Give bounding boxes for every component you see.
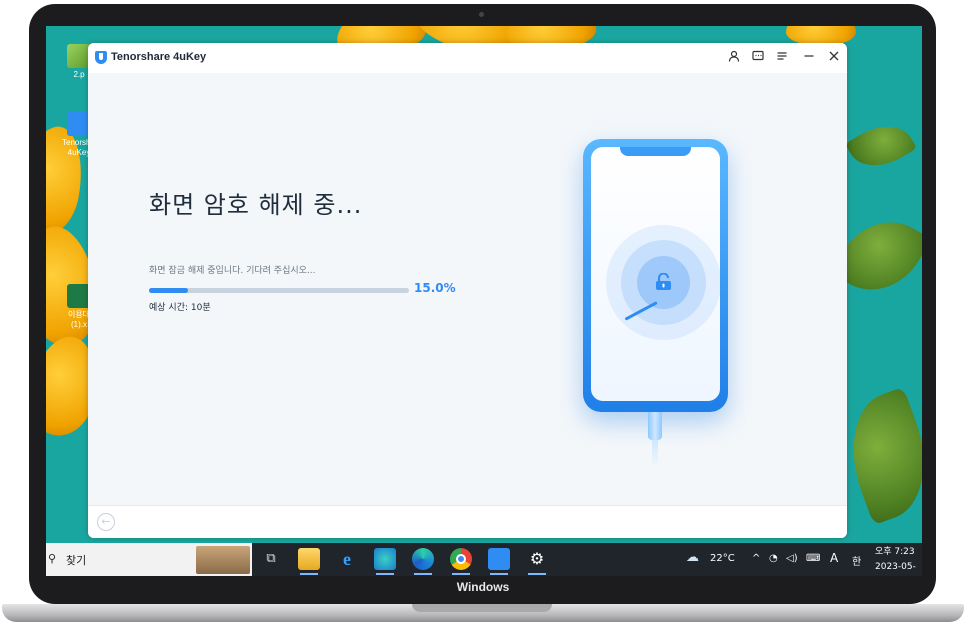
edge-icon[interactable]: [412, 548, 434, 575]
system-clock[interactable]: 오후 7:23 2023-05-02: [875, 545, 922, 576]
cloud-icon: ☁: [686, 550, 699, 565]
desktop-icon-label: 이용대 (1).x: [67, 310, 91, 329]
phone-illustration: [583, 139, 728, 412]
search-input[interactable]: 찾기: [66, 552, 86, 568]
settings-icon[interactable]: ⚙: [526, 548, 548, 575]
page-title: 화면 암호 해제 중...: [149, 191, 363, 219]
usb-cable-fade: [652, 440, 658, 468]
laptop-opening-notch: [412, 604, 552, 612]
file-explorer-icon[interactable]: [298, 548, 320, 575]
phone-screen: [591, 147, 721, 401]
laptop-label: Windows: [456, 580, 510, 594]
clock-date: 2023-05-02: [875, 562, 916, 572]
volume-icon[interactable]: ◁): [786, 553, 798, 564]
keyboard-icon[interactable]: ⌨: [806, 553, 820, 564]
back-button[interactable]: ←: [97, 513, 115, 531]
title-bar: Tenorshare 4uKey: [88, 43, 847, 73]
estimated-time: 예상 시간: 10분: [149, 303, 211, 313]
weather-temp[interactable]: 22°C: [710, 553, 735, 564]
unlock-icon: [656, 273, 671, 290]
desktop-icon-label: 2.p: [73, 70, 85, 79]
webcam: [479, 12, 484, 17]
taskbar: ⚲ 찾기 ⧉ e ⚙ ☁ 22°C ^ ◔ ◁) ⌨ A 한 오후 7:23 2…: [46, 543, 922, 576]
wallpaper-leaf: [845, 113, 917, 179]
taskbar-search[interactable]: ⚲ 찾기: [46, 543, 252, 576]
clock-time: 오후 7:23: [875, 547, 915, 557]
desktop-screen: 2.p Tenorshare 4uKey 이용대 (1).x Tenorshar…: [46, 26, 922, 576]
menu-icon[interactable]: [775, 50, 789, 64]
app-window: Tenorshare 4uKey 화면 암호 해제 중... 화면 잠금 해제 …: [88, 43, 847, 538]
network-icon[interactable]: ◔: [769, 553, 778, 564]
4ukey-logo-icon: [95, 51, 107, 64]
4ukey-icon[interactable]: [488, 548, 510, 575]
close-icon[interactable]: [827, 50, 841, 64]
chevron-up-icon[interactable]: ^: [752, 553, 760, 564]
phone-notch: [620, 147, 691, 156]
back-arrow-icon: ←: [101, 515, 111, 528]
chrome-icon[interactable]: [450, 548, 472, 575]
progress-bar: [149, 288, 409, 293]
progress-fill: [149, 288, 188, 293]
app-title: Tenorshare 4uKey: [111, 51, 207, 63]
search-icon: ⚲: [48, 552, 57, 565]
usb-cable: [648, 412, 662, 440]
feedback-icon[interactable]: [751, 50, 765, 64]
laptop-mockup: 2.p Tenorshare 4uKey 이용대 (1).x Tenorshar…: [0, 0, 966, 640]
footer-bar: ←: [88, 505, 847, 538]
language-indicator[interactable]: A: [830, 551, 838, 565]
progress-percent: 15.0%: [414, 281, 456, 295]
account-icon[interactable]: [727, 50, 741, 64]
minimize-icon[interactable]: [802, 50, 816, 64]
ime-indicator[interactable]: 한: [852, 553, 861, 568]
ie-icon[interactable]: e: [336, 548, 358, 570]
app-bird-icon[interactable]: [374, 548, 396, 575]
task-view-icon[interactable]: ⧉: [260, 548, 282, 570]
status-message: 화면 잠금 해제 중입니다. 기다려 주십시오...: [149, 266, 316, 276]
search-highlight-image: [196, 546, 250, 574]
